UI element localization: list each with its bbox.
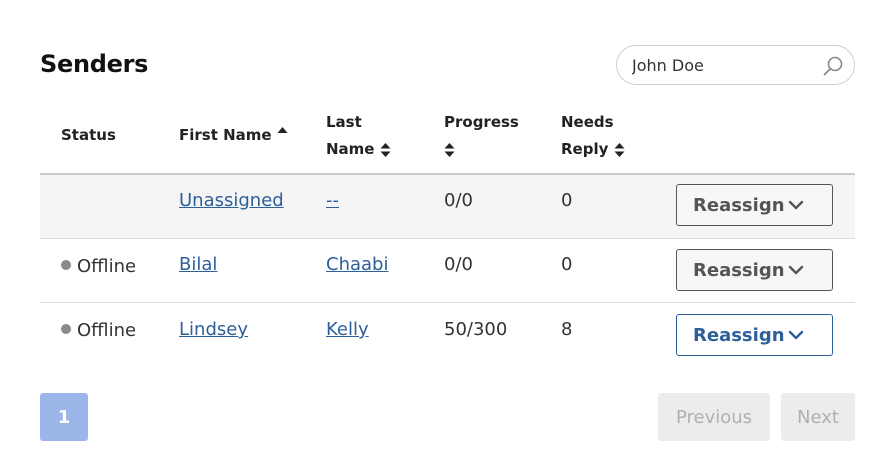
sort-icon[interactable] <box>444 142 455 158</box>
needs-reply-cell: 8 <box>561 319 573 340</box>
chevron-down-icon <box>788 330 804 340</box>
row-divider <box>40 302 855 303</box>
chevron-down-icon <box>788 200 804 210</box>
last-name-link[interactable]: Kelly <box>326 317 369 343</box>
progress-cell: 0/0 <box>444 254 473 275</box>
column-header-first-name[interactable]: First Name <box>179 122 288 149</box>
search-box[interactable] <box>616 45 855 85</box>
first-name-link[interactable]: Unassigned <box>179 188 284 214</box>
page-title: Senders <box>40 50 149 78</box>
column-header-status: Status <box>61 126 116 144</box>
table-header-divider <box>40 173 855 175</box>
progress-cell: 50/300 <box>444 319 508 340</box>
last-name-link[interactable]: -- <box>326 188 339 214</box>
previous-button[interactable]: Previous <box>658 393 770 441</box>
reassign-button[interactable]: Reassign <box>676 249 833 291</box>
next-button[interactable]: Next <box>781 393 855 441</box>
column-header-progress[interactable]: Progress <box>444 109 519 163</box>
sort-ascending-icon[interactable] <box>277 126 288 136</box>
column-header-last-name[interactable]: Last Name <box>326 109 391 163</box>
sort-icon[interactable] <box>614 142 625 158</box>
page-1-button[interactable]: 1 <box>40 393 88 441</box>
row-divider <box>40 238 855 239</box>
last-name-link[interactable]: Chaabi <box>326 252 388 278</box>
first-name-link[interactable]: Lindsey <box>179 317 248 343</box>
reassign-button[interactable]: Reassign <box>676 314 833 356</box>
status-dot <box>61 260 71 270</box>
sort-icon[interactable] <box>380 142 391 158</box>
column-header-needs-reply[interactable]: Needs Reply <box>561 109 625 163</box>
needs-reply-cell: 0 <box>561 190 573 211</box>
search-icon[interactable] <box>822 55 844 77</box>
status-dot <box>61 324 71 334</box>
first-name-link[interactable]: Bilal <box>179 252 217 278</box>
chevron-down-icon <box>788 265 804 275</box>
progress-cell: 0/0 <box>444 190 473 211</box>
needs-reply-cell: 0 <box>561 254 573 275</box>
status-cell: Offline <box>61 254 136 280</box>
reassign-button[interactable]: Reassign <box>676 184 833 226</box>
status-cell: Offline <box>61 318 136 344</box>
search-input[interactable] <box>632 54 812 76</box>
